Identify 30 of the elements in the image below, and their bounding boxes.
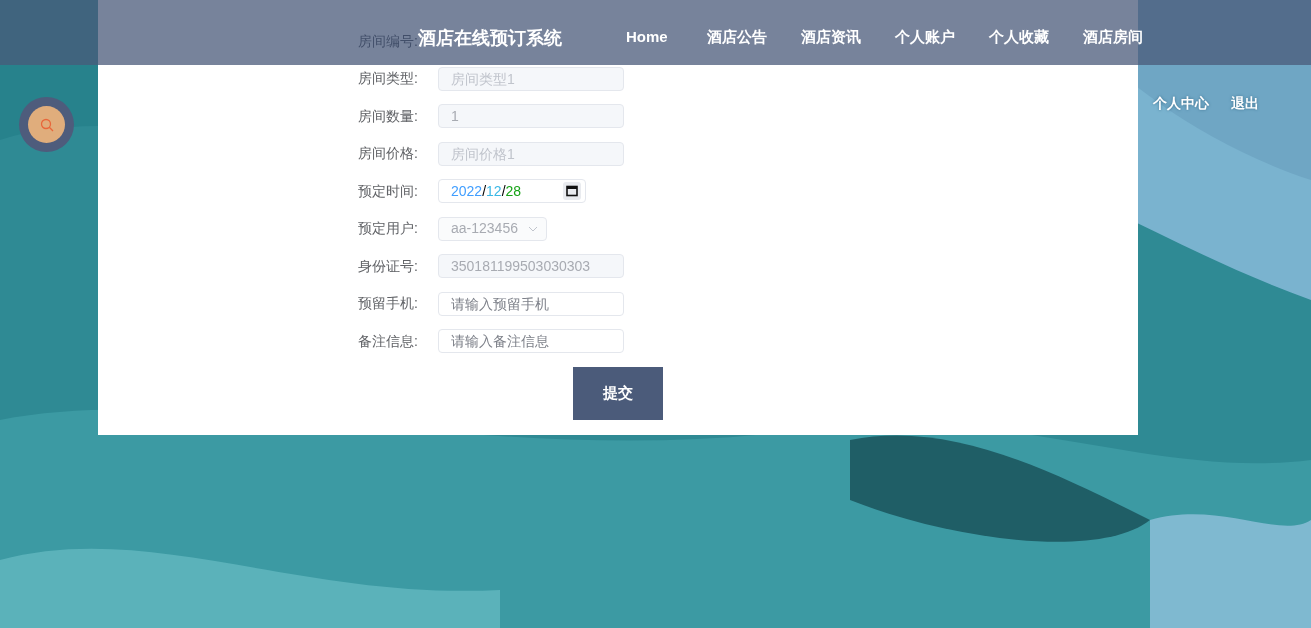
nav-link[interactable]: 酒店公告 bbox=[706, 27, 767, 47]
field-label: 房间数量: bbox=[358, 106, 418, 126]
nav-link[interactable]: 酒店房间 bbox=[1082, 27, 1143, 47]
calendar-icon[interactable] bbox=[563, 182, 581, 200]
nav-link[interactable]: 个人账户 bbox=[894, 27, 955, 47]
date-text: 28 bbox=[505, 181, 522, 201]
date-text: 2022 bbox=[451, 181, 483, 201]
chevron-down-icon bbox=[528, 225, 538, 232]
site-title: 酒店在线预订系统 bbox=[418, 27, 563, 49]
date-text: / bbox=[482, 181, 487, 201]
nav-link[interactable]: 个人收藏 bbox=[988, 27, 1049, 47]
select-value: aa-123456 bbox=[451, 219, 518, 238]
search-icon bbox=[39, 117, 54, 132]
user-link[interactable]: 个人中心 bbox=[1153, 93, 1209, 114]
nav-link[interactable]: Home bbox=[626, 27, 668, 47]
field-label: 房间价格: bbox=[358, 144, 418, 163]
user-link[interactable]: 退出 bbox=[1231, 93, 1259, 114]
input-field[interactable]: 请输入备注信息 bbox=[438, 329, 624, 353]
date-text: 12 bbox=[486, 181, 502, 201]
field-label: 预定时间: bbox=[358, 181, 418, 201]
field-label: 备注信息: bbox=[358, 331, 418, 351]
date-field[interactable]: 2022/12/28 bbox=[438, 179, 586, 203]
field-label: 预留手机: bbox=[358, 294, 418, 313]
field-label: 身份证号: bbox=[358, 256, 418, 276]
submit-button[interactable]: 提交 bbox=[573, 367, 663, 420]
date-text: / bbox=[501, 181, 506, 201]
nav-link[interactable]: 酒店资讯 bbox=[800, 27, 861, 47]
field-label: 房间类型: bbox=[358, 69, 418, 88]
field-label: 预定用户: bbox=[358, 219, 418, 238]
input-field[interactable]: 请输入预留手机 bbox=[438, 291, 624, 316]
